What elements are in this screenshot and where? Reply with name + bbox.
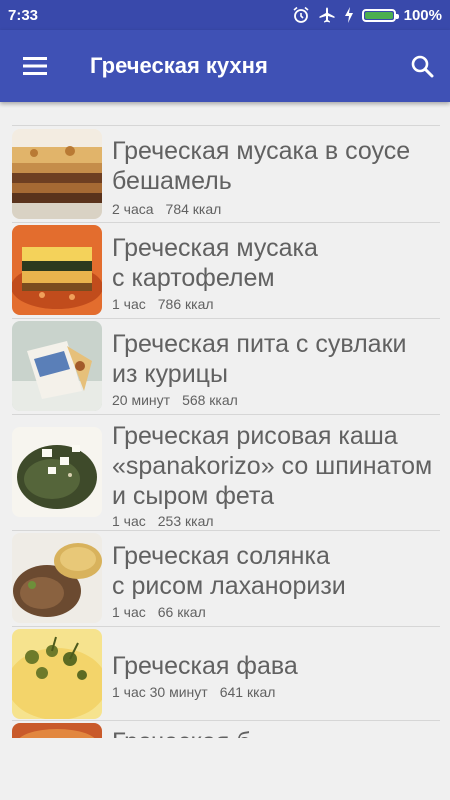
recipe-title: Греческая мусака в соусе бешамель bbox=[112, 137, 411, 195]
recipe-meta: 20 минут 568 ккал bbox=[112, 392, 238, 408]
app-bar: Греческая кухня bbox=[0, 30, 450, 102]
recipe-meta: 1 час 66 ккал bbox=[112, 604, 206, 620]
recipe-meta: 1 час 30 минут 641 ккал bbox=[112, 684, 275, 700]
menu-button[interactable] bbox=[0, 30, 70, 102]
recipe-kcal: 568 ккал bbox=[182, 392, 238, 408]
recipe-time: 2 часа bbox=[112, 201, 154, 217]
recipe-meta: 1 час 786 ккал bbox=[112, 296, 214, 312]
list-bottom-area bbox=[0, 738, 450, 800]
hamburger-menu-icon bbox=[23, 57, 47, 75]
recipe-kcal: 641 ккал bbox=[219, 684, 276, 700]
recipe-title: Греческая рисовая каша «spanakorizo» со … bbox=[112, 422, 433, 510]
status-time: 7:33 bbox=[8, 6, 39, 24]
recipe-list[interactable]: Греческая мусака в соусе бешамель 2 часа… bbox=[0, 102, 450, 738]
recipe-title: Греческая б... bbox=[112, 727, 442, 738]
recipe-time: 1 час bbox=[112, 604, 146, 620]
recipe-item[interactable]: Греческая б... bbox=[0, 721, 450, 738]
recipe-thumbnail bbox=[12, 533, 102, 623]
recipe-time: 1 час bbox=[112, 296, 146, 312]
recipe-meta: 2 часа 784 ккал bbox=[112, 201, 221, 217]
recipe-thumbnail bbox=[12, 225, 102, 315]
recipe-kcal: 253 ккал bbox=[157, 513, 214, 529]
status-icons: 100% bbox=[292, 6, 442, 24]
recipe-item[interactable]: Греческая фава 1 час 30 минут 641 ккал bbox=[0, 627, 450, 720]
page-title: Греческая кухня bbox=[90, 53, 268, 78]
recipe-thumbnail bbox=[12, 723, 102, 738]
battery-level bbox=[364, 11, 393, 19]
airplane-icon bbox=[319, 7, 335, 23]
recipe-time: 20 минут bbox=[112, 392, 171, 408]
search-icon bbox=[411, 55, 434, 78]
recipe-kcal: 786 ккал bbox=[157, 296, 214, 312]
recipe-title: Греческая пита с сувлаки из курицы bbox=[112, 330, 407, 388]
battery-icon bbox=[361, 8, 399, 22]
recipe-item[interactable]: Греческая рисовая каша «spanakorizo» со … bbox=[0, 415, 450, 530]
recipe-thumbnail bbox=[12, 321, 102, 411]
recipe-item[interactable]: Греческая мусака в соусе бешамель 2 часа… bbox=[0, 126, 450, 222]
recipe-meta: 1 час 253 ккал bbox=[112, 513, 214, 529]
recipe-item[interactable]: Греческая солянка с рисом лаханоризи 1 ч… bbox=[0, 531, 450, 626]
recipe-time: 1 час bbox=[112, 513, 146, 529]
recipe-kcal: 66 ккал bbox=[157, 604, 206, 620]
recipe-thumbnail bbox=[12, 427, 102, 517]
search-button[interactable] bbox=[394, 30, 450, 102]
alarm-icon bbox=[293, 6, 309, 23]
recipe-item[interactable]: Греческая мусака с картофелем 1 час 786 к… bbox=[0, 223, 450, 318]
recipe-thumbnail bbox=[12, 629, 102, 719]
recipe-title: Греческая мусака с картофелем bbox=[112, 234, 318, 292]
charging-icon bbox=[344, 7, 353, 23]
battery-percent: 100% bbox=[403, 6, 442, 24]
recipe-thumbnail bbox=[12, 129, 102, 219]
recipe-time: 1 час 30 минут bbox=[112, 684, 208, 700]
recipe-item[interactable]: Греческая пита с сувлаки из курицы 20 ми… bbox=[0, 319, 450, 414]
recipe-kcal: 784 ккал bbox=[165, 201, 222, 217]
status-bar: 7:33 100% bbox=[0, 0, 450, 30]
recipe-title: Греческая солянка с рисом лаханоризи bbox=[112, 542, 346, 600]
recipe-title: Греческая фава bbox=[112, 652, 298, 680]
